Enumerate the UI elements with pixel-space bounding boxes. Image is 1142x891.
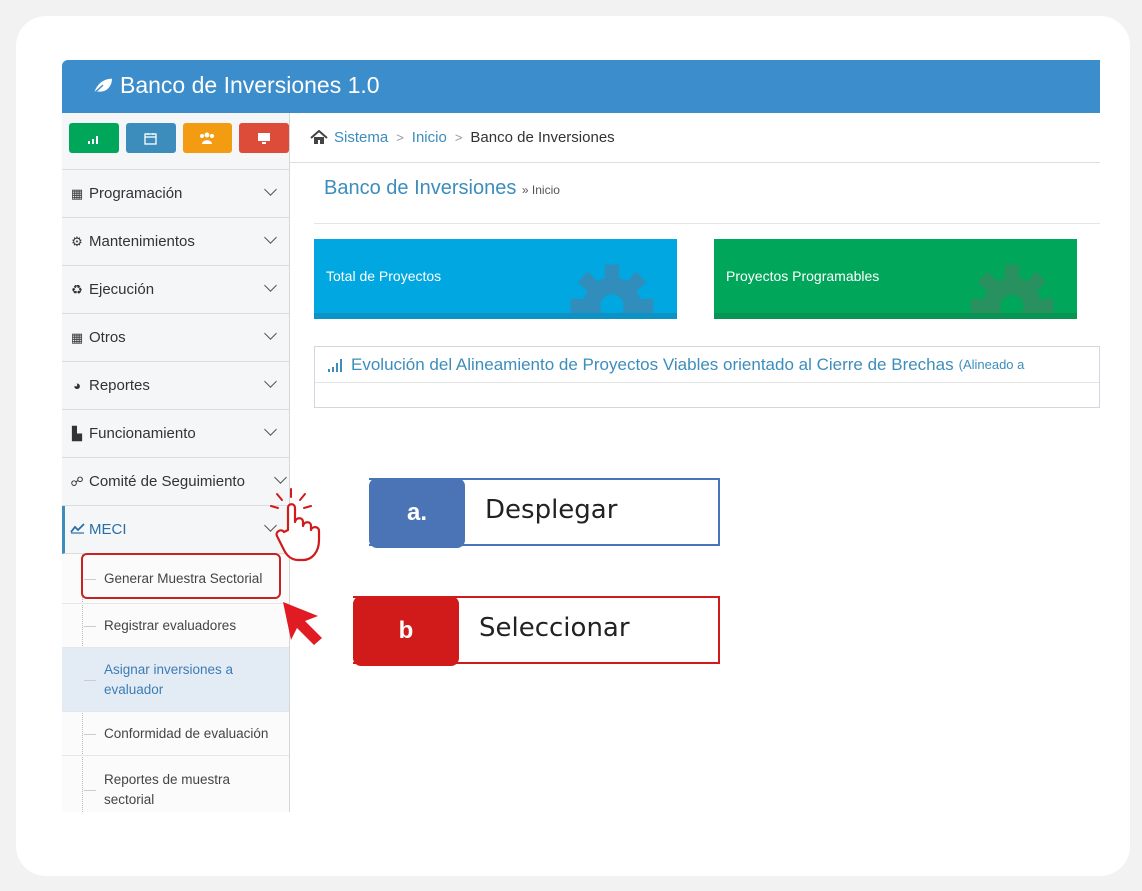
pointer-arrow-icon (283, 602, 322, 645)
annotation-overlay (270, 488, 322, 645)
tap-hand-icon (270, 488, 321, 562)
